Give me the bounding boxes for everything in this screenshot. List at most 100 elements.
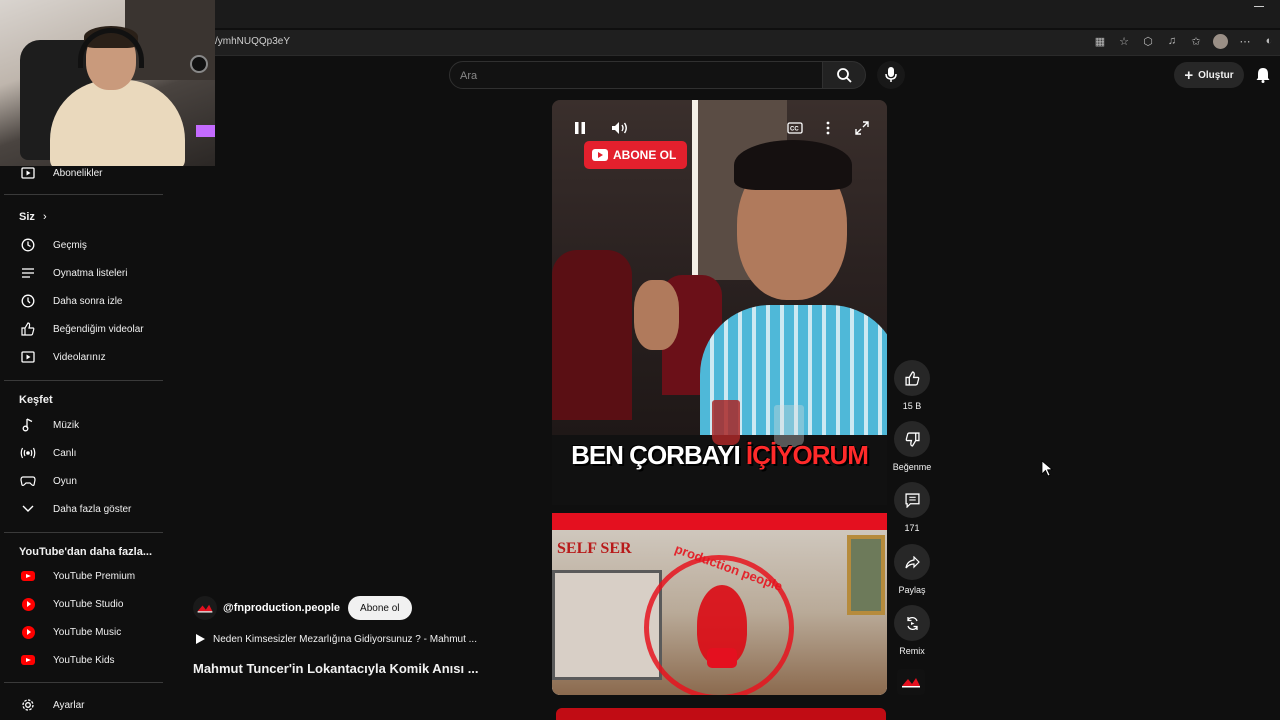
like-action[interactable]: 15 B [890,360,934,411]
star-icon[interactable]: ☆ [1117,34,1131,48]
plus-icon: + [1184,66,1194,84]
media-icon[interactable]: ♫ [1165,34,1179,48]
sidebar-item-gaming[interactable]: Oyun [0,467,168,495]
video-title[interactable]: Mahmut Tuncer'in Lokantacıyla Komik Anıs… [193,661,479,676]
comment-icon [904,492,920,508]
more-options-icon[interactable]: ⋯ [1238,34,1252,48]
sidebar-item-music[interactable]: Müzik [0,411,168,439]
chevron-down-icon [19,500,37,518]
music-note-icon [19,416,37,434]
fullscreen-button[interactable] [850,116,874,140]
favorites-icon[interactable]: ✩ [1189,34,1203,48]
thumbs-down-icon [905,431,920,447]
sidebar-item-live[interactable]: Canlı [0,439,168,467]
closed-captions-icon: CC [787,122,803,134]
sidebar-item-label: Oyun [53,475,77,487]
sidebar-item-label: Daha sonra izle [53,295,123,307]
pause-icon [575,122,585,134]
sidebar-item-history[interactable]: Geçmiş [0,231,168,259]
sidebar-item-label: YouTube Premium [53,570,136,582]
thumbnail-sign: SELF SER [557,540,632,557]
remix-action[interactable]: Remix [890,605,934,656]
webcam-overlay [0,0,215,166]
subscribe-badge-label: ABONE OL [613,148,677,162]
profile-avatar[interactable] [1213,34,1228,49]
share-action[interactable]: Paylaş [890,544,934,595]
channel-avatar[interactable] [193,596,217,620]
like-button[interactable] [894,360,930,396]
video-caption: BEN ÇORBAYI İÇİYORUM [552,440,887,471]
playlist-row[interactable]: Neden Kimsesizler Mezarlığına Gidiyorsun… [195,633,477,645]
voice-search-button[interactable] [877,61,905,89]
sidebar-item-subscriptions[interactable]: Abonelikler [0,159,168,187]
dislike-label: Beğenme [892,462,932,472]
app-available-icon[interactable]: ▦ [1093,34,1107,48]
pause-button[interactable] [568,116,592,140]
sidebar: Abonelikler Siz › Geçmiş Oynatma listele… [0,166,168,720]
search-input[interactable] [460,68,800,84]
notifications-button[interactable] [1254,66,1272,84]
sidebar-item-youtube-kids[interactable]: YouTube Kids [0,646,168,674]
comment-count: 171 [904,523,920,533]
channel-logo-icon [902,678,920,688]
comments-button[interactable] [894,482,930,518]
search-box[interactable] [449,61,823,89]
search-button[interactable] [822,61,866,89]
sidebar-item-label: YouTube Kids [53,654,115,666]
sidebar-item-playlists[interactable]: Oynatma listeleri [0,259,168,287]
next-short-preview[interactable] [556,708,886,720]
extension-icon[interactable]: ⬡ [1141,34,1155,48]
sidebar-item-youtube-music[interactable]: YouTube Music [0,618,168,646]
dislike-action[interactable]: Beğenme [890,421,934,472]
sidebar-item-show-more[interactable]: Daha fazla göster [0,495,168,523]
sidebar-divider [4,682,163,683]
sidebar-item-label: Müzik [53,419,80,431]
subscribe-button[interactable]: Abone ol [348,596,412,620]
sidebar-explore-heading: Keşfet [0,386,168,414]
dislike-button[interactable] [894,421,930,457]
remix-icon [906,616,918,630]
volume-icon [612,122,627,134]
captions-button[interactable]: CC [783,116,807,140]
webcam-rgb-light [196,125,215,137]
copilot-icon[interactable]: ◐ [1262,34,1276,48]
share-icon [904,555,920,568]
channel-row: @fnproduction.people Abone ol [193,595,412,621]
gear-icon [19,696,37,714]
thumbs-up-icon [19,320,37,338]
sidebar-item-watch-later[interactable]: Daha sonra izle [0,287,168,315]
comments-action[interactable]: 171 [890,482,934,533]
search-icon [837,68,852,83]
address-url[interactable]: /ymhNUQQp3eY [215,36,290,47]
bell-icon [1256,68,1270,83]
create-button[interactable]: + Oluştur [1174,62,1244,88]
youtube-kids-icon [19,651,37,669]
youtube-logo-icon [592,149,608,161]
channel-avatar-thumbnail[interactable] [897,669,925,695]
gaming-icon [19,472,37,490]
sidebar-item-liked-videos[interactable]: Beğendiğim videolar [0,315,168,343]
remix-button[interactable] [894,605,930,641]
sidebar-item-label: Oynatma listeleri [53,267,128,279]
sidebar-item-youtube-premium[interactable]: YouTube Premium [0,562,168,590]
more-options-button[interactable] [816,116,840,140]
sidebar-item-settings[interactable]: Ayarlar [0,691,168,719]
microphone-icon [885,67,897,82]
share-button[interactable] [894,544,930,580]
minimize-icon[interactable] [1254,6,1264,7]
svg-text:CC: CC [790,127,799,133]
sidebar-divider [4,194,163,195]
channel-handle[interactable]: @fnproduction.people [223,602,340,614]
youtube-premium-icon [19,567,37,585]
youtube-logo-icon [707,648,737,668]
next-short-thumbnail[interactable]: SELF SER production people [552,513,887,695]
sidebar-item-label: Ayarlar [53,699,85,711]
sidebar-you-heading[interactable]: Siz › [0,203,168,231]
volume-button[interactable] [608,116,632,140]
like-count: 15 B [902,401,922,411]
sidebar-item-your-videos[interactable]: Videolarınız [0,343,168,371]
thumbnail-wall-frame [847,535,885,615]
sidebar-item-youtube-studio[interactable]: YouTube Studio [0,590,168,618]
channel-logo-icon [197,604,213,613]
shorts-player[interactable]: BEN ÇORBAYI İÇİYORUM CC ABONE OL [552,100,887,505]
